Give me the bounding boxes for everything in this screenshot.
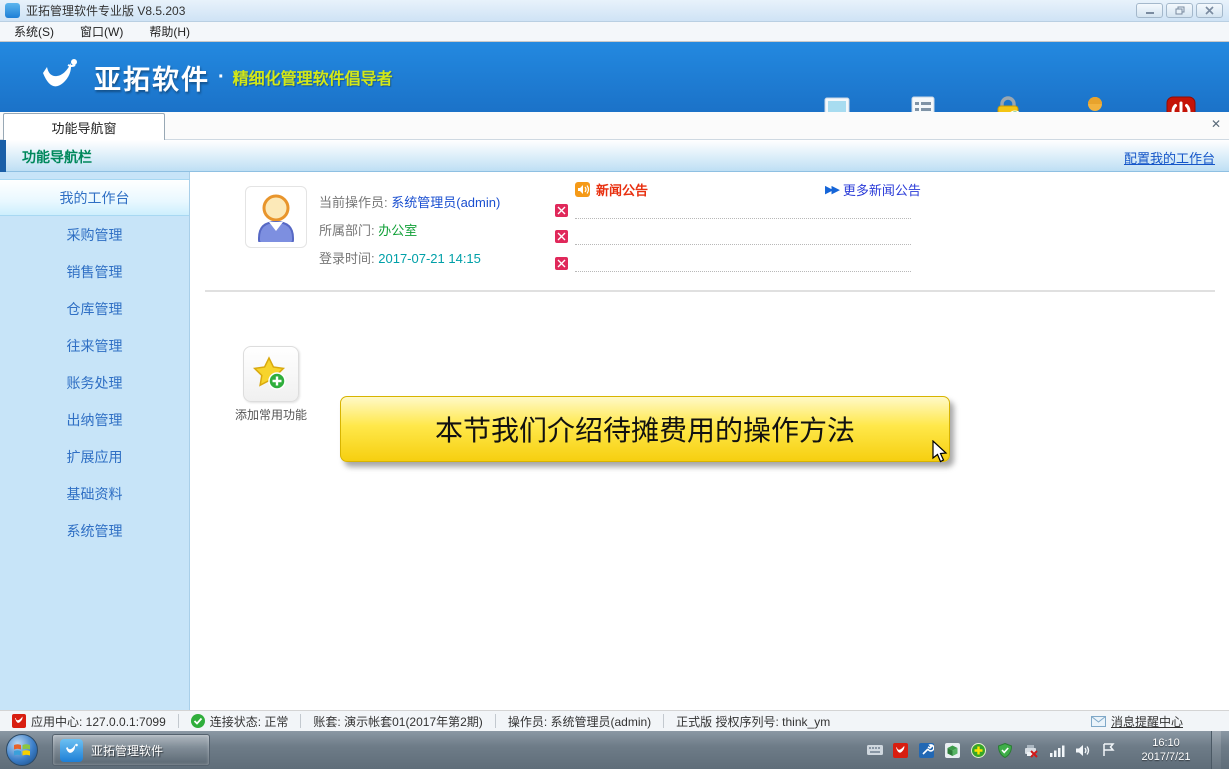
star-plus-icon: [252, 355, 290, 393]
brand-separator: ·: [218, 66, 225, 89]
news-item-placeholder: [575, 218, 911, 219]
operator-value[interactable]: 系统管理员(admin): [391, 195, 500, 210]
action-center-flag-icon[interactable]: [1100, 742, 1117, 759]
tool-icon[interactable]: [918, 742, 935, 759]
sidebar-item-base-data[interactable]: 基础资料: [0, 475, 189, 512]
sidebar-item-accounting[interactable]: 账务处理: [0, 364, 189, 401]
app-header: 亚拓软件 · 精细化管理软件倡导者 我的工作台: [0, 42, 1229, 112]
antivirus-plus-icon[interactable]: [970, 742, 987, 759]
title-bar: 亚拓管理软件专业版 V8.5.203: [0, 0, 1229, 22]
taskbar-app-button[interactable]: 亚拓管理软件: [52, 734, 210, 766]
brand-slogan: 精细化管理软件倡导者: [233, 65, 393, 89]
connection-ok-icon: [191, 714, 205, 728]
tab-strip: 功能导航窗 ✕: [0, 112, 1229, 140]
accent-bar: [0, 140, 6, 172]
volume-icon[interactable]: [1074, 742, 1091, 759]
status-account-set: 账套: 演示帐套01(2017年第2期): [300, 714, 494, 728]
department-row: 所属部门: 办公室: [319, 220, 417, 239]
sidebar-item-purchase[interactable]: 采购管理: [0, 216, 189, 253]
app-center-icon: [12, 714, 26, 728]
main-area: 我的工作台 采购管理 销售管理 仓库管理 往来管理 账务处理 出纳管理 扩展应用…: [0, 172, 1229, 710]
news-item[interactable]: [555, 203, 911, 221]
taskbar-clock[interactable]: 16:10 2017/7/21: [1130, 736, 1202, 764]
clock-date: 2017/7/21: [1130, 750, 1202, 764]
shield-icon[interactable]: [996, 742, 1013, 759]
keyboard-icon[interactable]: [866, 742, 883, 759]
envelope-icon: [1091, 716, 1106, 727]
sidebar: 我的工作台 采购管理 销售管理 仓库管理 往来管理 账务处理 出纳管理 扩展应用…: [0, 172, 190, 710]
status-bar: 应用中心: 127.0.0.1:7099 连接状态: 正常 账套: 演示帐套01…: [0, 710, 1229, 731]
yato-tray-icon[interactable]: [892, 742, 909, 759]
window-title: 亚拓管理软件专业版 V8.5.203: [26, 2, 185, 19]
app-logo-icon: [5, 3, 20, 18]
menu-window[interactable]: 窗口(W): [80, 23, 123, 40]
operator-label: 当前操作员:: [319, 195, 388, 210]
network-signal-icon[interactable]: [1048, 742, 1065, 759]
tab-function-nav[interactable]: 功能导航窗: [3, 113, 165, 140]
double-arrow-icon: ▶▶: [825, 183, 838, 196]
yato-taskbar-icon: [60, 739, 83, 762]
tab-close-icon[interactable]: ✕: [1209, 117, 1223, 131]
news-bullet-icon: [555, 230, 568, 243]
package-icon[interactable]: [944, 742, 961, 759]
add-favorite-function-button[interactable]: [243, 346, 299, 402]
printer-error-icon[interactable]: [1022, 742, 1039, 759]
sidebar-item-system[interactable]: 系统管理: [0, 512, 189, 549]
minimize-button[interactable]: [1136, 3, 1163, 18]
person-avatar-icon: [251, 192, 301, 242]
start-button[interactable]: [6, 734, 38, 766]
operator-row: 当前操作员: 系统管理员(admin): [319, 192, 500, 211]
taskbar-app-label: 亚拓管理软件: [91, 742, 163, 759]
sidebar-item-cashier[interactable]: 出纳管理: [0, 401, 189, 438]
news-title: 新闻公告: [596, 180, 648, 199]
menu-help[interactable]: 帮助(H): [149, 23, 190, 40]
news-bullet-icon: [555, 257, 568, 270]
sidebar-item-sales[interactable]: 销售管理: [0, 253, 189, 290]
login-time-row: 登录时间: 2017-07-21 14:15: [319, 248, 481, 267]
status-connection: 连接状态: 正常: [178, 714, 301, 728]
add-favorite-function-label: 添加常用功能: [221, 406, 321, 423]
banner-text: 本节我们介绍待摊费用的操作方法: [435, 409, 855, 449]
windows-flag-icon: [13, 742, 31, 758]
brand-name: 亚拓软件: [94, 58, 210, 97]
brand: 亚拓软件 · 精细化管理软件倡导者: [38, 57, 393, 97]
workspace-content: 当前操作员: 系统管理员(admin) 所属部门: 办公室 登录时间: 2017…: [191, 172, 1229, 710]
section-divider: [205, 290, 1215, 292]
menu-bar: 系统(S) 窗口(W) 帮助(H): [0, 22, 1229, 42]
login-time-label: 登录时间:: [319, 251, 375, 266]
news-item[interactable]: [555, 256, 911, 274]
show-desktop-button[interactable]: [1211, 731, 1221, 769]
mouse-cursor-icon: [932, 440, 949, 464]
menu-system[interactable]: 系统(S): [14, 23, 54, 40]
avatar: [245, 186, 307, 248]
taskbar: 亚拓管理软件 16:10: [0, 731, 1229, 769]
restore-button[interactable]: [1166, 3, 1193, 18]
clock-time: 16:10: [1130, 736, 1202, 750]
close-button[interactable]: [1196, 3, 1223, 18]
sidebar-item-warehouse[interactable]: 仓库管理: [0, 290, 189, 327]
news-item-placeholder: [575, 244, 911, 245]
status-license: 正式版 授权序列号: think_ym: [663, 714, 842, 728]
news-bullet-icon: [555, 204, 568, 217]
more-news-link[interactable]: ▶▶ 更多新闻公告: [825, 180, 921, 199]
sidebar-item-contacts[interactable]: 往来管理: [0, 327, 189, 364]
sidebar-item-my-workbench[interactable]: 我的工作台: [0, 179, 189, 216]
configure-workbench-link[interactable]: 配置我的工作台: [1124, 148, 1215, 167]
yato-logo-icon: [38, 57, 82, 97]
department-value: 办公室: [378, 223, 417, 238]
tutorial-banner: 本节我们介绍待摊费用的操作方法: [340, 396, 950, 462]
nav-header-bar: 功能导航栏 配置我的工作台: [0, 140, 1229, 172]
news-item[interactable]: [555, 229, 911, 247]
nav-bar-title: 功能导航栏: [22, 147, 92, 167]
announcement-icon: [575, 182, 590, 197]
sidebar-item-extensions[interactable]: 扩展应用: [0, 438, 189, 475]
status-operator: 操作员: 系统管理员(admin): [495, 714, 663, 728]
department-label: 所属部门:: [319, 223, 375, 238]
message-center-link[interactable]: 消息提醒中心: [1091, 713, 1183, 730]
news-header: 新闻公告: [575, 180, 648, 199]
status-app-center: 应用中心: 127.0.0.1:7099: [0, 714, 178, 728]
system-tray: 16:10 2017/7/21: [866, 731, 1229, 769]
login-time-value: 2017-07-21 14:15: [378, 251, 481, 266]
news-item-placeholder: [575, 271, 911, 272]
